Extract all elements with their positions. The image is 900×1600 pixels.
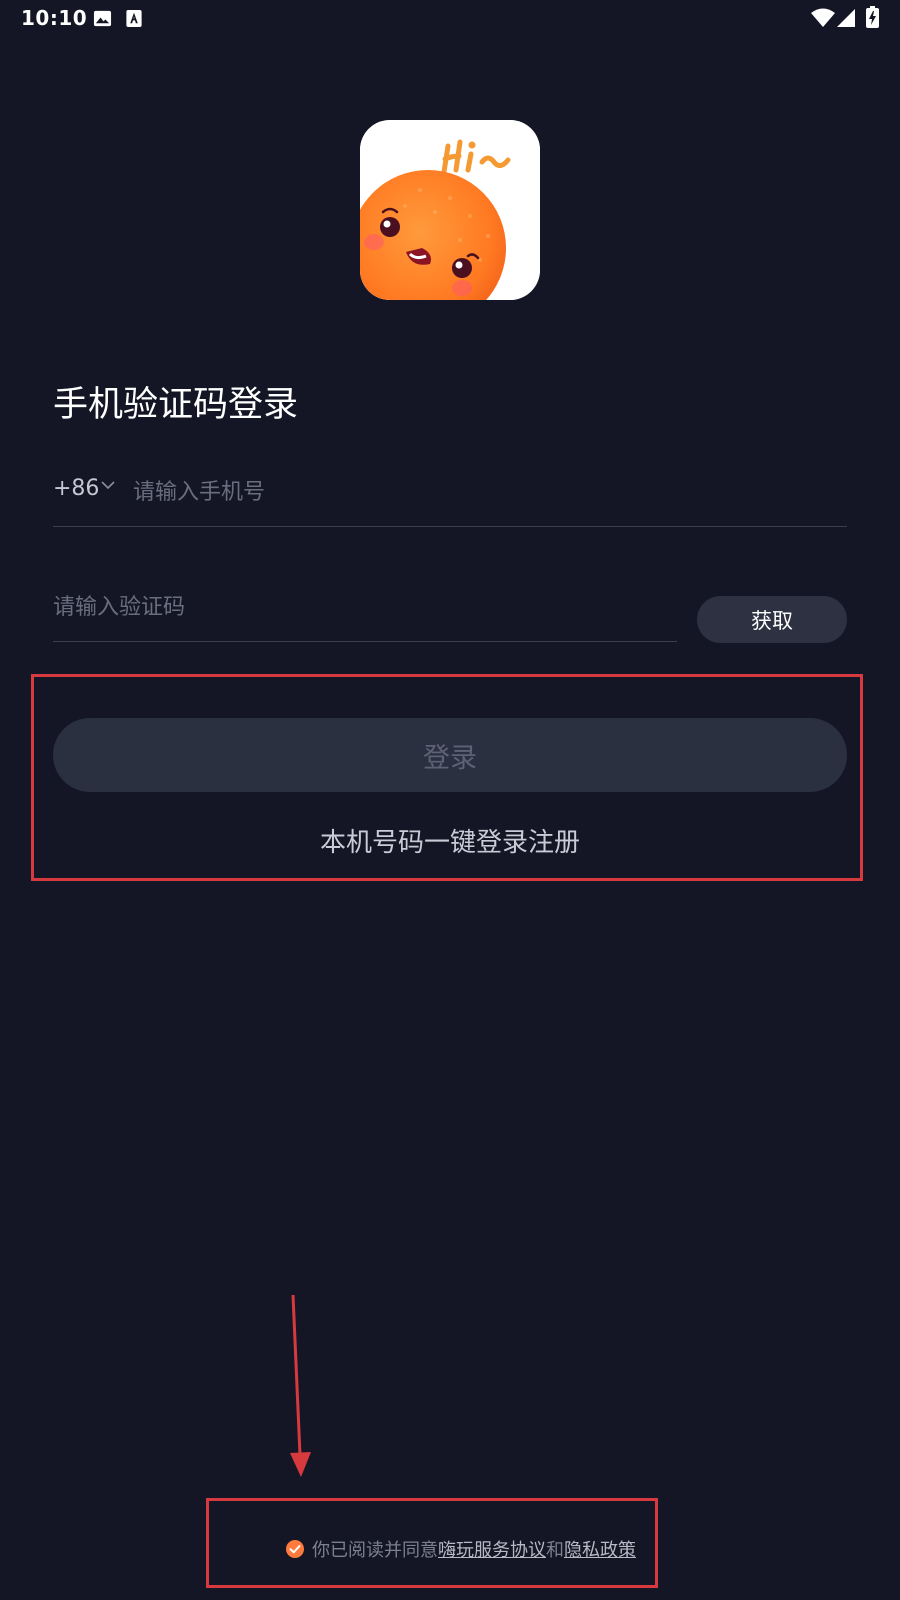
agreement-prefix: 你已阅读并同意 bbox=[312, 1540, 438, 1561]
verification-code-input[interactable] bbox=[53, 585, 653, 629]
text-a-icon bbox=[126, 9, 142, 28]
service-agreement-link[interactable]: 嗨玩服务协议 bbox=[438, 1536, 546, 1562]
one-click-login-link[interactable]: 本机号码一键登录注册 bbox=[53, 822, 847, 859]
agreement-and: 和 bbox=[546, 1540, 564, 1561]
get-code-button[interactable]: 获取 bbox=[697, 596, 847, 643]
code-row bbox=[53, 585, 677, 642]
status-bar: 10:10 bbox=[0, 0, 900, 38]
wifi-icon bbox=[811, 8, 835, 27]
page-title: 手机验证码登录 bbox=[53, 385, 299, 425]
battery-charging-icon bbox=[866, 6, 879, 28]
check-circle-icon[interactable] bbox=[286, 1540, 304, 1558]
privacy-policy-link[interactable]: 隐私政策 bbox=[564, 1536, 636, 1562]
app-logo bbox=[360, 120, 540, 300]
chevron-down-icon[interactable] bbox=[101, 480, 115, 490]
status-time: 10:10 bbox=[21, 6, 88, 30]
login-button[interactable]: 登录 bbox=[53, 718, 847, 792]
agreement-row: 你已阅读并同意 嗨玩服务协议 和 隐私政策 bbox=[286, 1535, 636, 1563]
phone-input[interactable] bbox=[133, 470, 833, 514]
signal-icon bbox=[837, 9, 855, 27]
country-code-selector[interactable]: +86 bbox=[53, 476, 99, 501]
phone-row: +86 bbox=[53, 470, 847, 527]
image-icon bbox=[93, 10, 112, 27]
app-logo-image bbox=[360, 120, 540, 300]
